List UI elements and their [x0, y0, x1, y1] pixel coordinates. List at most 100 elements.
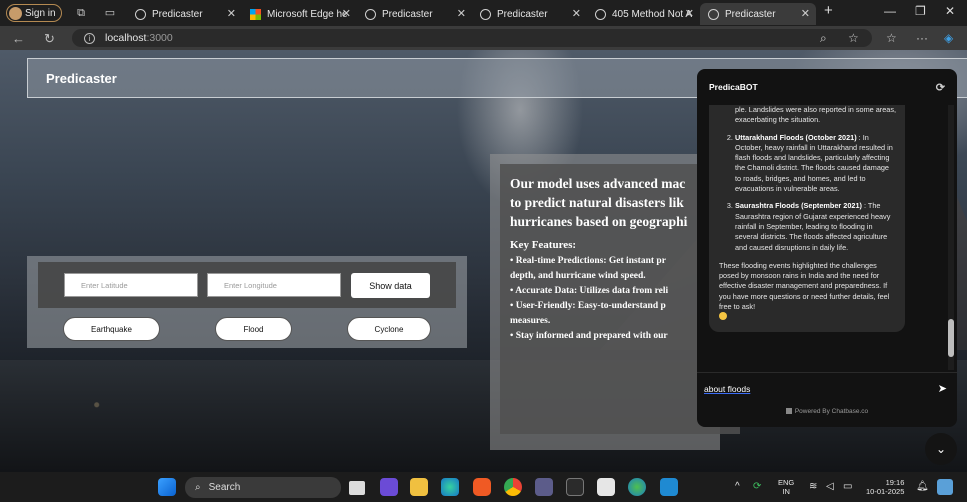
tab-predicaster-3[interactable]: Predicaster ✕ — [472, 3, 587, 25]
more-menu-icon[interactable]: ··· — [916, 31, 928, 45]
language-indicator[interactable]: ENG IN — [778, 478, 794, 496]
close-icon[interactable]: ✕ — [227, 7, 236, 20]
battery-icon[interactable]: ▭ — [843, 481, 852, 492]
tab-title: Predicaster — [382, 8, 433, 20]
earthquake-button[interactable]: Earthquake — [63, 317, 160, 341]
tab-predicaster-2[interactable]: Predicaster ✕ — [357, 3, 472, 25]
flood-button[interactable]: Flood — [215, 317, 292, 341]
file-explorer-icon[interactable] — [410, 478, 428, 496]
location-form-panel: Enter Latitude Enter Longitude Show data… — [27, 256, 467, 348]
location-form: Enter Latitude Enter Longitude Show data — [38, 262, 456, 308]
tab-title: Predicaster — [725, 8, 776, 20]
brand-title: Predicaster — [46, 71, 117, 86]
globe-icon — [595, 8, 606, 20]
tray-overflow-icon[interactable]: ^ — [735, 481, 740, 492]
tab-title: Microsoft Edge he — [267, 8, 348, 20]
send-icon[interactable]: ➤ — [938, 382, 947, 395]
show-data-button[interactable]: Show data — [351, 273, 430, 298]
avatar-icon — [9, 6, 22, 20]
powered-by: Powered By Chatbase.co — [697, 408, 957, 415]
smile-emoji-icon — [719, 312, 727, 321]
tab-predicaster-1[interactable]: Predicaster ✕ — [127, 3, 242, 25]
vscode-icon[interactable] — [660, 478, 678, 496]
longitude-input[interactable]: Enter Longitude — [207, 273, 341, 297]
event-heading: Saurashtra Floods (September 2021) — [735, 201, 862, 211]
chat-input[interactable]: about floods — [704, 384, 750, 394]
search-label: Search — [208, 482, 241, 493]
chat-messages: ple. Landslides were also reported in so… — [697, 105, 949, 370]
chat-scrollbar[interactable] — [948, 105, 954, 370]
chatbase-logo-icon — [785, 408, 792, 415]
microsoft-logo-icon — [250, 8, 261, 20]
message-fragment: ple. Landslides were also reported in so… — [735, 105, 897, 125]
workspaces-icon[interactable]: ⧉ — [74, 6, 88, 20]
info-panel: Our model uses advanced mac to predict n… — [490, 154, 740, 450]
close-icon[interactable]: ✕ — [457, 7, 466, 20]
task-view-icon[interactable] — [349, 481, 365, 495]
favorites-icon[interactable]: ☆ — [886, 31, 897, 45]
snipping-tool-icon[interactable] — [597, 478, 615, 496]
reload-icon[interactable]: ↻ — [44, 31, 55, 47]
closing-text: These flooding events highlighted the ch… — [719, 261, 897, 324]
back-icon[interactable]: ← — [12, 31, 25, 46]
close-icon[interactable]: ✕ — [342, 7, 351, 20]
chrome-icon[interactable] — [504, 478, 522, 496]
info-icon[interactable]: i — [84, 32, 95, 44]
scrollbar-thumb[interactable] — [948, 319, 954, 357]
tab-405[interactable]: 405 Method Not A ✕ — [587, 3, 700, 25]
start-windows-icon[interactable] — [158, 478, 176, 496]
flood-event-item: Uttarakhand Floods (October 2021) : In O… — [735, 133, 897, 195]
url-field[interactable]: i localhost:3000 — [72, 29, 872, 47]
volume-icon[interactable]: ◁ — [826, 481, 834, 492]
chat-title: PredicaBOT — [709, 82, 758, 92]
url-host: localhost — [105, 32, 147, 44]
window-close-icon[interactable]: ✕ — [945, 4, 955, 18]
url-port: :3000 — [146, 32, 173, 44]
latitude-input[interactable]: Enter Latitude — [64, 273, 198, 297]
sync-icon[interactable]: ⟳ — [753, 481, 761, 492]
tab-strip: Sign in ⧉ ▭ Predicaster ✕ Microsoft Edge… — [0, 0, 967, 26]
taskbar: ⌕ Search ^ ⟳ ENG IN ≋ ◁ ▭ 19:16 10-01-2025 … — [0, 472, 967, 502]
globe-app-icon[interactable] — [628, 478, 646, 496]
sign-in-button[interactable]: Sign in — [6, 4, 62, 22]
search-icon: ⌕ — [195, 482, 201, 493]
favorite-star-icon[interactable]: ☆ — [848, 31, 859, 45]
terminal-icon[interactable] — [566, 478, 584, 496]
event-heading: Uttarakhand Floods (October 2021) — [735, 132, 857, 142]
tab-actions-icon[interactable]: ▭ — [103, 6, 117, 20]
brave-icon[interactable] — [473, 478, 491, 496]
chatbot-window: PredicaBOT ⟳ ple. Landslides were also r… — [697, 69, 957, 427]
new-tab-icon[interactable]: + — [824, 2, 833, 19]
copilot-icon[interactable]: ◈ — [944, 31, 953, 45]
teams-icon[interactable] — [380, 478, 398, 496]
globe-icon — [708, 8, 719, 20]
address-bar-row: ← ↻ i localhost:3000 ⌕ ☆ ☆ ··· ◈ — [0, 26, 967, 50]
tab-title: Predicaster — [497, 8, 548, 20]
zoom-icon[interactable]: ⌕ — [820, 31, 827, 46]
tab-predicaster-active[interactable]: Predicaster ✕ — [700, 3, 816, 25]
chat-toggle-chevron-icon[interactable]: ⌄ — [925, 433, 957, 465]
app-icon[interactable] — [535, 478, 553, 496]
minimize-icon[interactable]: — — [884, 4, 896, 18]
tab-title: Predicaster — [152, 8, 203, 20]
chat-header: PredicaBOT ⟳ — [697, 69, 957, 105]
chat-composer: about floods ➤ — [697, 372, 957, 404]
bot-message: ple. Landslides were also reported in so… — [709, 105, 905, 332]
refresh-icon[interactable]: ⟳ — [936, 81, 945, 94]
close-icon[interactable]: ✕ — [801, 7, 810, 20]
flood-events-list: Uttarakhand Floods (October 2021) : In O… — [719, 133, 897, 253]
taskbar-search[interactable]: ⌕ Search — [185, 477, 341, 498]
tab-title: 405 Method Not A — [612, 8, 693, 20]
clock[interactable]: 19:16 10-01-2025 — [866, 478, 904, 496]
close-icon[interactable]: ✕ — [572, 7, 581, 20]
widget-thumbnail-icon[interactable] — [937, 479, 953, 495]
notification-bell-icon[interactable]: 🔔︎ — [916, 481, 929, 492]
wifi-icon[interactable]: ≋ — [809, 481, 817, 492]
tab-edge-help[interactable]: Microsoft Edge he ✕ — [242, 3, 357, 25]
flood-event-item: Saurashtra Floods (September 2021) : The… — [735, 201, 897, 252]
cyclone-button[interactable]: Cyclone — [347, 317, 431, 341]
restore-icon[interactable]: ❐ — [915, 4, 926, 18]
close-icon[interactable]: ✕ — [685, 7, 694, 20]
globe-icon — [480, 8, 491, 20]
edge-icon[interactable] — [441, 478, 459, 496]
